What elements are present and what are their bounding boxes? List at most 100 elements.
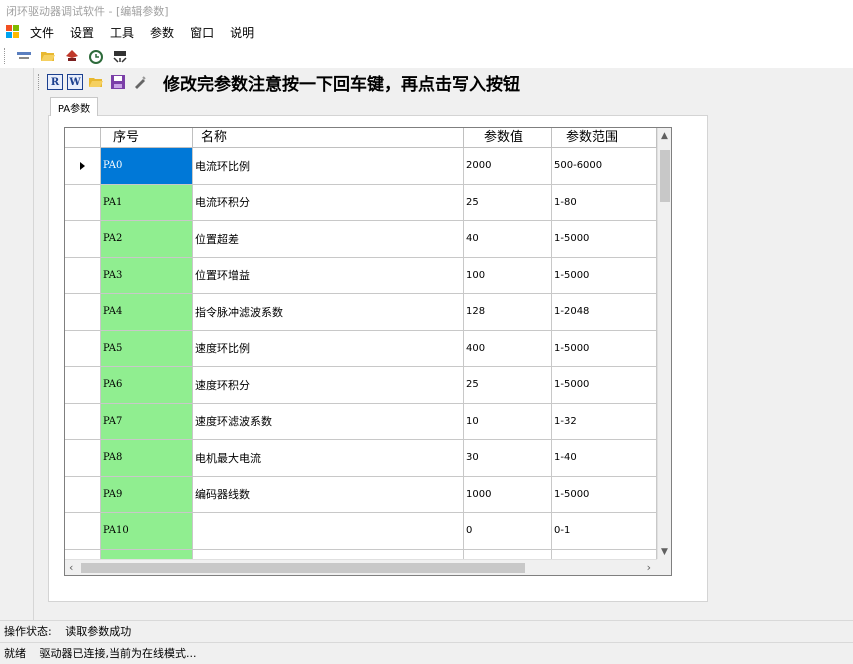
cell-value[interactable]: 128 xyxy=(464,294,552,330)
open-folder-icon[interactable] xyxy=(39,47,57,65)
menu-settings[interactable]: 设置 xyxy=(70,24,94,41)
table-row[interactable]: PA1 电流环积分 25 1-80 xyxy=(65,184,657,221)
cell-value[interactable]: 100 xyxy=(464,257,552,293)
table-row[interactable]: PA9 编码器线数 1000 1-5000 xyxy=(65,476,657,513)
scroll-up-icon[interactable]: ▲ xyxy=(661,131,668,141)
cell-name[interactable]: 速度环积分 xyxy=(193,367,464,403)
vertical-scroll-thumb[interactable] xyxy=(660,150,670,202)
cell-value[interactable]: 30 xyxy=(464,440,552,476)
cell-name[interactable] xyxy=(193,513,464,549)
vertical-scrollbar[interactable]: ▲ ▼ xyxy=(657,128,671,559)
monitor-icon[interactable] xyxy=(15,47,33,65)
toolbar-grip[interactable] xyxy=(4,48,7,64)
row-indicator[interactable] xyxy=(65,184,101,220)
table-row[interactable]: PA4 指令脉冲滤波系数 128 1-2048 xyxy=(65,294,657,331)
cell-index[interactable]: PA5 xyxy=(101,330,193,366)
row-indicator[interactable] xyxy=(65,476,101,512)
cell-range[interactable]: 500-6000 xyxy=(552,148,657,184)
table-row[interactable]: PA3 位置环增益 100 1-5000 xyxy=(65,257,657,294)
cell-index[interactable]: PA6 xyxy=(101,367,193,403)
cell-value[interactable]: 10 xyxy=(464,403,552,439)
row-indicator[interactable] xyxy=(65,221,101,257)
cell-value[interactable]: 25 xyxy=(464,367,552,403)
cell-value[interactable]: 2000 xyxy=(464,148,552,184)
cell-index[interactable]: PA4 xyxy=(101,294,193,330)
cell-value[interactable]: 0 xyxy=(464,549,552,559)
alarm-clock-icon[interactable] xyxy=(87,47,105,65)
cell-range[interactable]: 1-5000 xyxy=(552,330,657,366)
row-indicator[interactable] xyxy=(65,440,101,476)
disk-icon[interactable] xyxy=(63,47,81,65)
table-row[interactable]: PA5 速度环比例 400 1-5000 xyxy=(65,330,657,367)
cell-range[interactable]: 1-5000 xyxy=(552,367,657,403)
table-row[interactable]: PA8 电机最大电流 30 1-40 xyxy=(65,440,657,477)
cell-name[interactable]: 指令脉冲滤波系数 xyxy=(193,294,464,330)
cell-index[interactable]: PA3 xyxy=(101,257,193,293)
cell-range[interactable]: 1-5000 xyxy=(552,476,657,512)
table-row[interactable]: PA2 位置超差 40 1-5000 xyxy=(65,221,657,258)
row-indicator[interactable] xyxy=(65,330,101,366)
row-indicator[interactable] xyxy=(65,513,101,549)
cell-name[interactable]: 电流环比例 xyxy=(193,148,464,184)
table-row[interactable]: PA11脉冲方向选00-1 xyxy=(65,549,657,559)
cell-range[interactable]: 1-5000 xyxy=(552,257,657,293)
cell-value[interactable]: 40 xyxy=(464,221,552,257)
table-row[interactable]: PA10 0 0-1 xyxy=(65,513,657,550)
cell-range[interactable]: 1-2048 xyxy=(552,294,657,330)
header-index[interactable]: 序号 xyxy=(101,128,193,148)
cell-range[interactable]: 1-40 xyxy=(552,440,657,476)
row-indicator[interactable] xyxy=(65,257,101,293)
cell-name[interactable]: 脉冲方向选 xyxy=(193,549,464,559)
cell-index[interactable]: PA1 xyxy=(101,184,193,220)
cell-name[interactable]: 速度环比例 xyxy=(193,330,464,366)
scroll-left-icon[interactable]: ‹ xyxy=(69,561,73,574)
scroll-down-icon[interactable]: ▼ xyxy=(661,547,668,557)
cell-index[interactable]: PA9 xyxy=(101,476,193,512)
cell-name[interactable]: 位置环增益 xyxy=(193,257,464,293)
header-name[interactable]: 名称 xyxy=(193,128,464,148)
row-indicator[interactable] xyxy=(65,367,101,403)
cell-range[interactable]: 1-80 xyxy=(552,184,657,220)
write-button[interactable]: W xyxy=(67,74,83,90)
motor-icon[interactable] xyxy=(111,47,129,65)
row-indicator[interactable] xyxy=(65,294,101,330)
menu-window[interactable]: 窗口 xyxy=(190,24,214,41)
row-indicator[interactable] xyxy=(65,148,101,184)
cell-name[interactable]: 编码器线数 xyxy=(193,476,464,512)
cell-range[interactable]: 1-5000 xyxy=(552,221,657,257)
header-range[interactable]: 参数范围 xyxy=(552,128,657,148)
cell-index[interactable]: PA8 xyxy=(101,440,193,476)
menu-tools[interactable]: 工具 xyxy=(110,24,134,41)
tab-pa-params[interactable]: PA参数 xyxy=(50,97,98,116)
cell-name[interactable]: 位置超差 xyxy=(193,221,464,257)
cell-name[interactable]: 电流环积分 xyxy=(193,184,464,220)
horizontal-scrollbar[interactable]: ‹ › xyxy=(65,559,657,575)
menu-params[interactable]: 参数 xyxy=(150,24,174,41)
cell-index[interactable]: PA11 xyxy=(101,549,193,559)
table-row[interactable]: PA0 电流环比例 2000 500-6000 xyxy=(65,148,657,185)
toolbar-grip[interactable] xyxy=(38,74,41,90)
cell-value[interactable]: 0 xyxy=(464,513,552,549)
cell-index[interactable]: PA2 xyxy=(101,221,193,257)
row-indicator[interactable] xyxy=(65,403,101,439)
cell-value[interactable]: 400 xyxy=(464,330,552,366)
table-row[interactable]: PA6 速度环积分 25 1-5000 xyxy=(65,367,657,404)
clear-icon[interactable] xyxy=(131,73,149,91)
row-indicator[interactable] xyxy=(65,549,101,559)
cell-range[interactable]: 0-1 xyxy=(552,549,657,559)
cell-value[interactable]: 1000 xyxy=(464,476,552,512)
horizontal-scroll-thumb[interactable] xyxy=(81,563,525,573)
save-icon[interactable] xyxy=(109,73,127,91)
menu-file[interactable]: 文件 xyxy=(30,24,54,41)
table-row[interactable]: PA7 速度环滤波系数 10 1-32 xyxy=(65,403,657,440)
cell-range[interactable]: 1-32 xyxy=(552,403,657,439)
cell-value[interactable]: 25 xyxy=(464,184,552,220)
header-value[interactable]: 参数值 xyxy=(464,128,552,148)
cell-index[interactable]: PA0 xyxy=(101,148,193,184)
cell-name[interactable]: 速度环滤波系数 xyxy=(193,403,464,439)
cell-index[interactable]: PA10 xyxy=(101,513,193,549)
cell-index[interactable]: PA7 xyxy=(101,403,193,439)
app-icon[interactable] xyxy=(6,25,20,39)
scroll-right-icon[interactable]: › xyxy=(647,561,651,574)
read-button[interactable]: R xyxy=(47,74,63,90)
